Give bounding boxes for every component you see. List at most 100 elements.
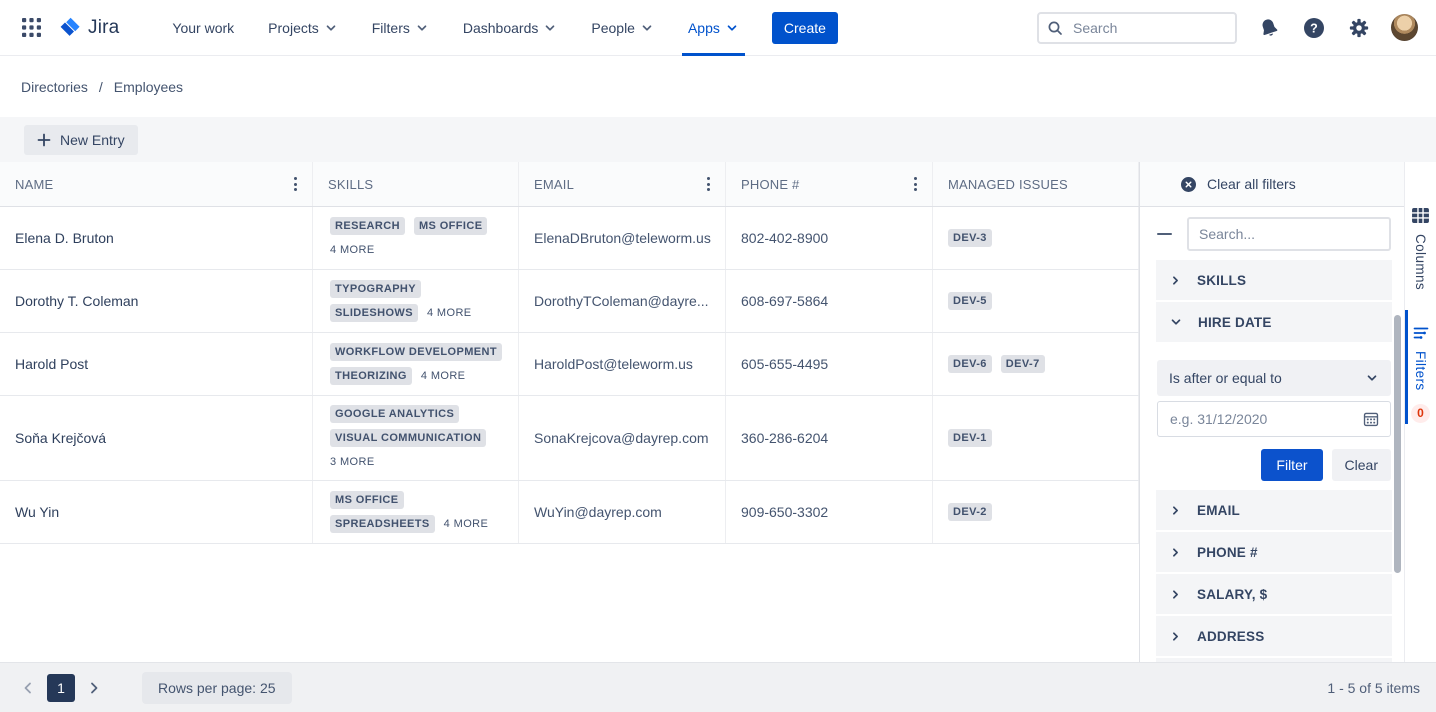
skills-line: GOOGLE ANALYTICS (330, 402, 459, 426)
table-row[interactable]: Soňa KrejčováGOOGLE ANALYTICSVISUAL COMM… (0, 396, 1139, 481)
hire-date-input[interactable] (1168, 410, 1356, 428)
issue-chip[interactable]: DEV-1 (948, 429, 992, 447)
more-skills-link[interactable]: 4 MORE (444, 518, 489, 530)
column-menu-icon[interactable] (290, 173, 301, 195)
managed-issues-cell: DEV-1 (933, 396, 1139, 480)
app-switcher-icon[interactable] (18, 15, 44, 41)
rows-per-page-selector[interactable]: Rows per page: 25 (142, 672, 292, 704)
skills-line: THEORIZING4 MORE (330, 364, 465, 388)
name-cell: Wu Yin (0, 481, 313, 543)
plus-icon (37, 133, 51, 147)
nav-item-projects[interactable]: Projects (265, 0, 341, 56)
table-row[interactable]: Elena D. BrutonRESEARCHMS OFFICE4 MOREEl… (0, 207, 1139, 270)
current-page-button[interactable]: 1 (47, 674, 75, 702)
column-header-email[interactable]: EMAIL (519, 162, 726, 206)
filter-apply-button[interactable]: Filter (1261, 449, 1322, 481)
search-input[interactable] (1071, 19, 1227, 37)
help-icon[interactable]: ? (1301, 15, 1327, 41)
active-tab-indicator (1405, 310, 1408, 424)
jira-logo[interactable]: Jira (58, 16, 119, 40)
panel-scrollbar-thumb[interactable] (1394, 315, 1401, 573)
nav-item-dashboards[interactable]: Dashboards (460, 0, 561, 56)
table-row[interactable]: Dorothy T. ColemanTYPOGRAPHYSLIDESHOWS4 … (0, 270, 1139, 333)
filter-section-email[interactable]: EMAIL (1156, 490, 1392, 530)
tab-filters[interactable]: Filters 0 (1405, 310, 1436, 423)
filter-section-phone[interactable]: PHONE # (1156, 532, 1392, 572)
managed-issues-cell: DEV-6 DEV-7 (933, 333, 1139, 395)
tab-columns[interactable]: Columns (1405, 208, 1436, 290)
settings-gear-icon[interactable] (1346, 15, 1372, 41)
collapse-all-icon[interactable] (1157, 233, 1172, 235)
skills-cell: TYPOGRAPHYSLIDESHOWS4 MORE (313, 270, 519, 332)
user-avatar[interactable] (1391, 14, 1418, 41)
chevron-down-icon (324, 21, 338, 35)
nav-item-label: Dashboards (463, 20, 539, 36)
column-header-label: NAME (15, 177, 53, 192)
column-header-name[interactable]: NAME (0, 162, 313, 206)
hire-date-filter-actions: Filter Clear (1157, 449, 1391, 481)
issue-chip[interactable]: DEV-7 (1001, 355, 1045, 373)
previous-page-icon[interactable] (16, 676, 40, 700)
column-menu-icon[interactable] (910, 173, 921, 195)
column-header-phone[interactable]: PHONE # (726, 162, 933, 206)
filter-clear-button[interactable]: Clear (1332, 449, 1391, 481)
tab-filters-label: Filters (1413, 351, 1428, 391)
more-skills-link[interactable]: 4 MORE (330, 244, 375, 256)
nav-item-filters[interactable]: Filters (369, 0, 432, 56)
filter-section-label: EMAIL (1197, 503, 1240, 518)
table-row[interactable]: Harold PostWORKFLOW DEVELOPMENTTHEORIZIN… (0, 333, 1139, 396)
skills-cell: MS OFFICESPREADSHEETS4 MORE (313, 481, 519, 543)
x-circle-icon (1181, 177, 1196, 192)
main-content: NAMESKILLSEMAILPHONE #MANAGED ISSUES Ele… (0, 162, 1436, 662)
filter-section-label: ADDRESS (1197, 629, 1264, 644)
tab-columns-label: Columns (1413, 234, 1428, 290)
skills-cell: GOOGLE ANALYTICSVISUAL COMMUNICATION3 MO… (313, 396, 519, 480)
filter-section-salary[interactable]: SALARY, $ (1156, 574, 1392, 614)
notifications-bell-icon[interactable] (1256, 15, 1282, 41)
skills-line: SPREADSHEETS4 MORE (330, 512, 488, 536)
issue-chip[interactable]: DEV-5 (948, 292, 992, 310)
more-skills-link[interactable]: 4 MORE (421, 370, 466, 382)
column-header-managed-issues[interactable]: MANAGED ISSUES (933, 162, 1139, 206)
nav-item-people[interactable]: People (588, 0, 657, 56)
new-entry-button[interactable]: New Entry (24, 125, 138, 155)
filter-section-skills[interactable]: SKILLS (1156, 260, 1392, 300)
breadcrumb-employees[interactable]: Employees (114, 79, 183, 95)
clear-all-filters-label: Clear all filters (1207, 176, 1296, 192)
column-header-skills[interactable]: SKILLS (313, 162, 519, 206)
email-cell: HaroldPost@teleworm.us (519, 333, 726, 395)
breadcrumb-directories[interactable]: Directories (21, 79, 88, 95)
nav-item-apps[interactable]: Apps (685, 0, 742, 56)
operator-value: Is after or equal to (1169, 370, 1282, 386)
column-menu-icon[interactable] (703, 173, 714, 195)
hire-date-filter-form: Is after or equal to Filter Clear (1156, 344, 1392, 483)
filter-section-address[interactable]: ADDRESS (1156, 616, 1392, 656)
skill-chip: SLIDESHOWS (330, 304, 418, 322)
column-header-label: EMAIL (534, 177, 574, 192)
chevron-down-icon (725, 21, 739, 35)
filter-search-input[interactable] (1187, 217, 1391, 251)
skills-cell: RESEARCHMS OFFICE4 MORE (313, 207, 519, 269)
email-cell: SonaKrejcova@dayrep.com (519, 396, 726, 480)
clear-all-filters[interactable]: Clear all filters (1140, 162, 1404, 207)
filters-sliders-icon (1413, 326, 1429, 340)
issue-chip[interactable]: DEV-6 (948, 355, 992, 373)
more-skills-link[interactable]: 4 MORE (427, 307, 472, 319)
hire-date-operator-select[interactable]: Is after or equal to (1157, 360, 1391, 396)
skills-line: 4 MORE (330, 238, 375, 262)
next-page-icon[interactable] (82, 676, 106, 700)
table-row[interactable]: Wu YinMS OFFICESPREADSHEETS4 MOREWuYin@d… (0, 481, 1139, 544)
nav-item-label: Apps (688, 20, 720, 36)
issue-chip[interactable]: DEV-2 (948, 503, 992, 521)
name-cell: Soňa Krejčová (0, 396, 313, 480)
global-search[interactable] (1037, 12, 1237, 44)
svg-text:?: ? (1310, 21, 1318, 35)
create-button[interactable]: Create (772, 12, 838, 44)
issue-chip[interactable]: DEV-3 (948, 229, 992, 247)
chevron-down-icon (640, 21, 654, 35)
employees-table: NAME SKILLS EMAIL PHONE #MANAGED ISSUES Ele… (0, 162, 1139, 544)
more-skills-link[interactable]: 3 MORE (330, 456, 375, 468)
managed-issues-cell: DEV-3 (933, 207, 1139, 269)
nav-item-your-work[interactable]: Your work (169, 0, 237, 56)
filter-section-hire-date[interactable]: HIRE DATE (1156, 302, 1392, 342)
